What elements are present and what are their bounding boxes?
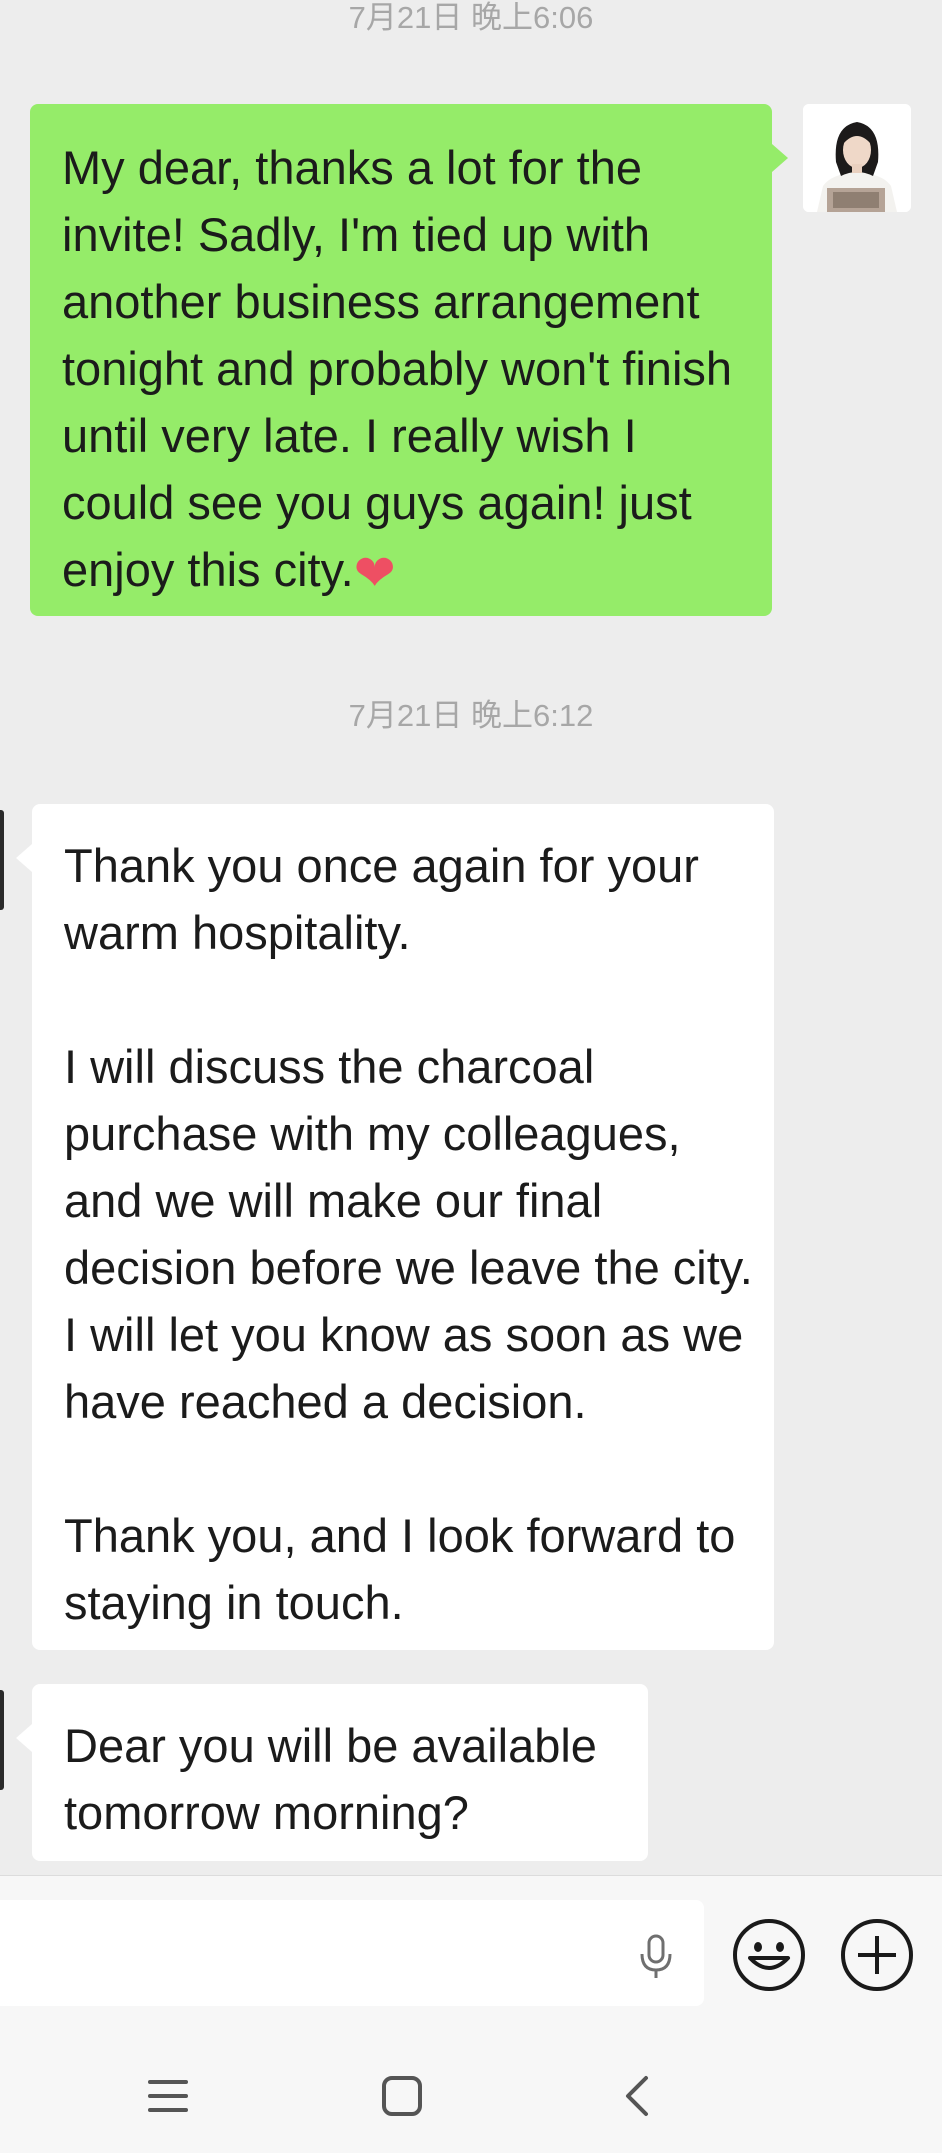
- system-navigation-bar: [0, 2008, 942, 2153]
- avatar-portrait-image: [803, 104, 911, 212]
- back-icon[interactable]: [616, 2074, 660, 2118]
- message-timestamp: 7月21日 晚上6:12: [348, 698, 594, 733]
- chat-area[interactable]: 7月21日 晚上6:06 My dear, thanks a lot for t…: [0, 0, 942, 1875]
- user-avatar[interactable]: [803, 104, 911, 212]
- microphone-icon[interactable]: [630, 1930, 682, 1982]
- received-message-bubble[interactable]: Thank you once again for your warm hospi…: [16, 804, 774, 1650]
- menu-icon[interactable]: [146, 2074, 190, 2123]
- heart-emoji: ❤: [353, 544, 396, 602]
- sent-message-bubble[interactable]: My dear, thanks a lot for the invite! Sa…: [30, 104, 788, 616]
- home-icon[interactable]: [380, 2074, 424, 2118]
- message-text: My dear, thanks a lot for the invite! Sa…: [62, 141, 746, 596]
- emoji-icon[interactable]: [730, 1916, 808, 1994]
- message-input[interactable]: [0, 1900, 704, 2006]
- message-timestamp: 7月21日 晚上6:06: [348, 0, 594, 35]
- contact-avatar-edge[interactable]: [0, 1690, 4, 1790]
- received-message-bubble[interactable]: Dear you will be available tomorrow morn…: [16, 1684, 648, 1861]
- contact-avatar-edge[interactable]: [0, 810, 4, 910]
- chat-input-bar: [0, 1875, 942, 2008]
- plus-icon[interactable]: [838, 1916, 916, 1994]
